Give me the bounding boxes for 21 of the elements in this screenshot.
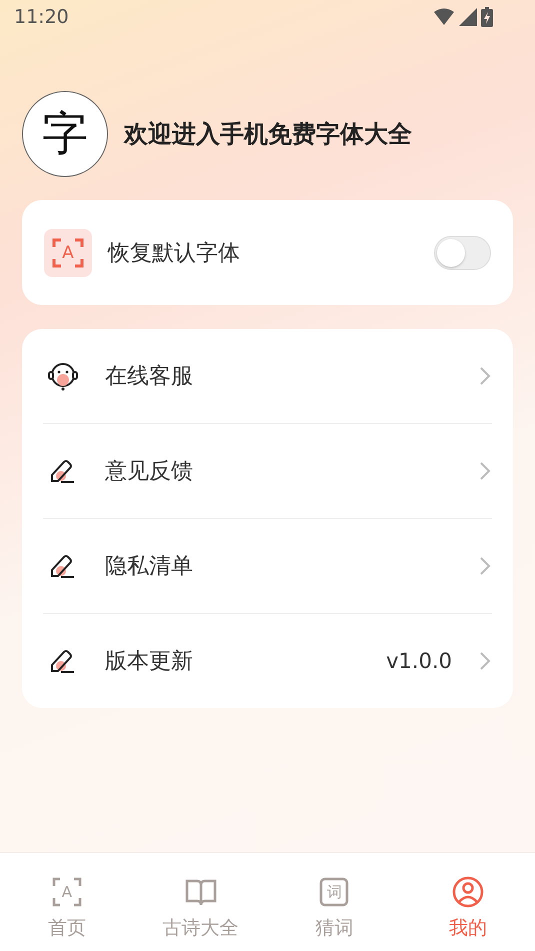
word-icon: 词 — [317, 875, 352, 909]
menu-item[interactable]: 版本更新 v1.0.0 — [43, 613, 492, 708]
chevron-icon — [478, 555, 492, 577]
welcome-title: 欢迎进入手机免费字体大全 — [124, 119, 412, 150]
menu-item[interactable]: 隐私清单 — [43, 518, 492, 613]
app-logo: 字 — [22, 91, 108, 177]
signal-icon — [459, 8, 477, 26]
chevron-icon — [478, 460, 492, 482]
restore-label: 恢复默认字体 — [108, 240, 241, 268]
font-icon: A — [44, 228, 92, 276]
headset-icon — [47, 360, 79, 392]
menu-item[interactable]: 在线客服 — [43, 329, 492, 423]
wifi-icon — [433, 8, 455, 26]
status-time: 11:20 — [14, 6, 69, 28]
chevron-icon — [478, 365, 492, 387]
user-icon — [451, 875, 486, 909]
version-text: v1.0.0 — [386, 649, 452, 673]
battery-icon — [481, 7, 493, 27]
menu-item[interactable]: 意见反馈 — [43, 423, 492, 518]
chevron-icon — [478, 650, 492, 672]
restore-toggle[interactable] — [434, 236, 491, 270]
